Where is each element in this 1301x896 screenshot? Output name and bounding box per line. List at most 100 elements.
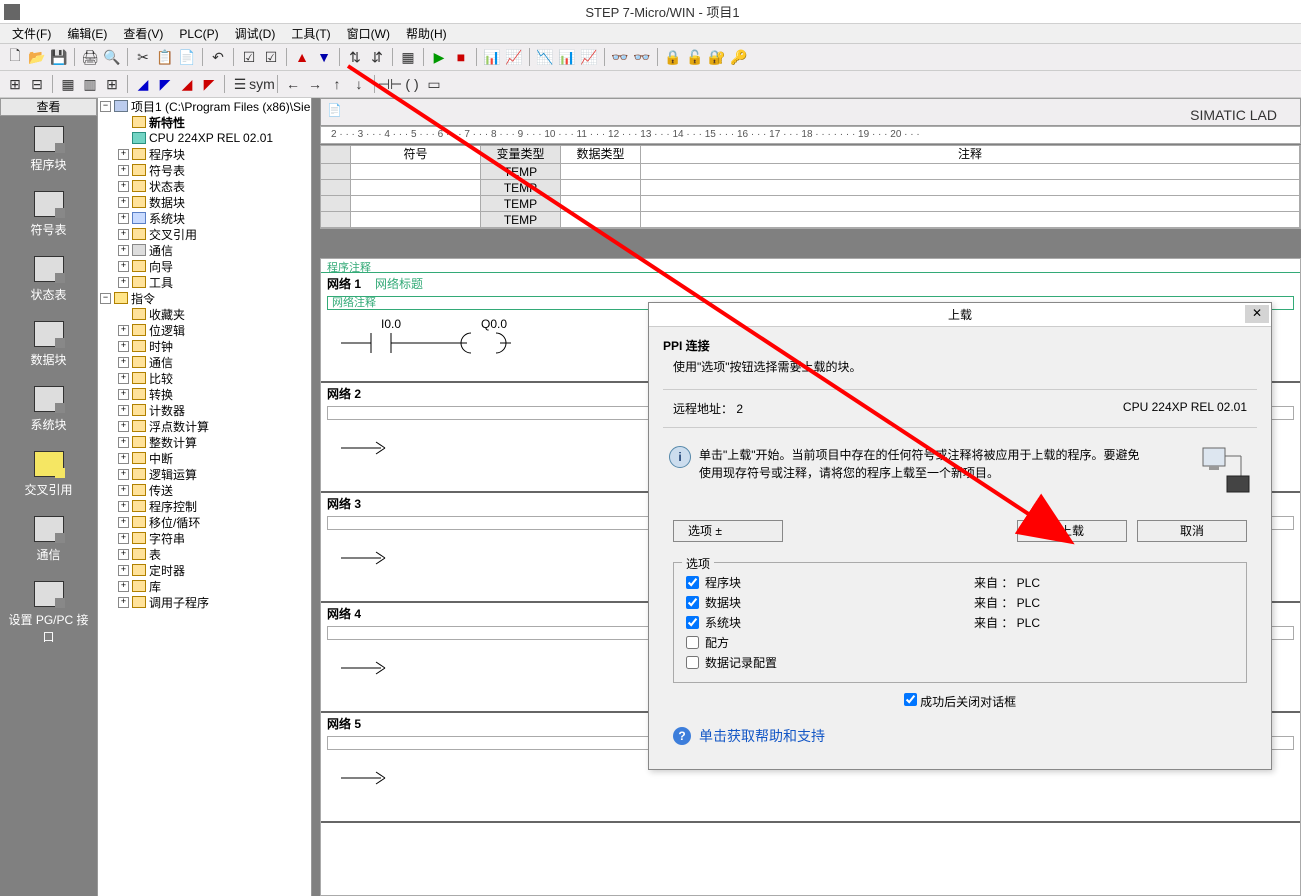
sidebar-item-system-block[interactable]: 系统块 [9, 386, 89, 433]
arrow-down-icon[interactable]: ↓ [349, 74, 369, 94]
network1-title-row[interactable]: 网络 1 网络标题 [321, 273, 1300, 294]
tree-status-table[interactable]: +状态表 [98, 178, 311, 194]
view2-icon[interactable]: ⊟ [27, 74, 47, 94]
compile-icon[interactable]: ☑ [239, 47, 259, 67]
box-icon[interactable]: ▭ [424, 74, 444, 94]
arrow-left-icon[interactable]: ← [283, 74, 303, 94]
chart3-icon[interactable]: 📈 [579, 47, 599, 67]
tree-instructions[interactable]: −指令 [98, 290, 311, 306]
tree-instr-comm[interactable]: +通信 [98, 354, 311, 370]
undo-icon[interactable]: ↶ [208, 47, 228, 67]
opt-data-block-checkbox[interactable] [686, 596, 699, 609]
sidebar-item-cross-reference[interactable]: 交叉引用 [9, 451, 89, 498]
opt-program-block-checkbox[interactable] [686, 576, 699, 589]
tree-root[interactable]: −项目1 (C:\Program Files (x86)\Sie [98, 98, 311, 114]
tree-program-block[interactable]: +程序块 [98, 146, 311, 162]
unlock-icon[interactable]: 🔓 [685, 47, 705, 67]
menu-view[interactable]: 查看(V) [115, 23, 171, 44]
tree-instr-favorites[interactable]: 收藏夹 [98, 306, 311, 322]
tree-instr-interrupt[interactable]: +中断 [98, 450, 311, 466]
menu-plc[interactable]: PLC(P) [171, 25, 226, 43]
upload-button[interactable]: 上载 [1017, 520, 1127, 542]
bookmark-toggle-icon[interactable]: ◤ [199, 74, 219, 94]
download-icon[interactable]: ▼ [314, 47, 334, 67]
monitor1-icon[interactable]: 📊 [482, 47, 502, 67]
sidebar-item-program-block[interactable]: 程序块 [9, 126, 89, 173]
menu-window[interactable]: 窗口(W) [339, 23, 398, 44]
tree-instr-table[interactable]: +表 [98, 546, 311, 562]
help-link[interactable]: 单击获取帮助和支持 [699, 726, 825, 746]
sort-desc-icon[interactable]: ⇵ [367, 47, 387, 67]
coil-icon[interactable]: ( ) [402, 74, 422, 94]
cancel-button[interactable]: 取消 [1137, 520, 1247, 542]
tree-instr-bitlogic[interactable]: +位逻辑 [98, 322, 311, 338]
tree-new-features[interactable]: 新特性 [98, 114, 311, 130]
contact-icon[interactable]: ⊣⊢ [380, 74, 400, 94]
vt-row[interactable]: TEMP [321, 180, 1300, 196]
project-tree[interactable]: −项目1 (C:\Program Files (x86)\Sie 新特性 CPU… [98, 98, 312, 896]
close-after-checkbox[interactable] [904, 693, 917, 706]
tree-instr-counter[interactable]: +计数器 [98, 402, 311, 418]
arrow-right-icon[interactable]: → [305, 74, 325, 94]
tree-instr-float[interactable]: +浮点数计算 [98, 418, 311, 434]
bookmark-clear-icon[interactable]: ◢ [177, 74, 197, 94]
view1-icon[interactable]: ⊞ [5, 74, 25, 94]
save-icon[interactable]: 💾 [49, 47, 69, 67]
tree-system-block[interactable]: +系统块 [98, 210, 311, 226]
vt-row[interactable]: TEMP [321, 164, 1300, 180]
variable-table[interactable]: 符号 变量类型 数据类型 注释 TEMP TEMP TEMP TEMP [320, 145, 1301, 229]
program-comment[interactable]: 程序注释 [321, 259, 1300, 273]
tree-data-block[interactable]: +数据块 [98, 194, 311, 210]
tree-instr-progctrl[interactable]: +程序控制 [98, 498, 311, 514]
vt-row[interactable]: TEMP [321, 212, 1300, 228]
tree-instr-move[interactable]: +传送 [98, 482, 311, 498]
tree-instr-library[interactable]: +库 [98, 578, 311, 594]
cut-icon[interactable]: ✂ [133, 47, 153, 67]
monitor2-icon[interactable]: 📈 [504, 47, 524, 67]
bookmark-prev-icon[interactable]: ◤ [155, 74, 175, 94]
menu-debug[interactable]: 调试(D) [227, 23, 284, 44]
tree-cpu[interactable]: CPU 224XP REL 02.01 [98, 130, 311, 146]
tree-communications[interactable]: +通信 [98, 242, 311, 258]
tree-instr-shift[interactable]: +移位/循环 [98, 514, 311, 530]
opt-datalog-checkbox[interactable] [686, 656, 699, 669]
sym-icon[interactable]: sym [252, 74, 272, 94]
run-icon[interactable]: ▶ [429, 47, 449, 67]
tree-cross-reference[interactable]: +交叉引用 [98, 226, 311, 242]
sidebar-item-symbol-table[interactable]: 符号表 [9, 191, 89, 238]
menu-help[interactable]: 帮助(H) [398, 23, 455, 44]
bookmark-next-icon[interactable]: ◢ [133, 74, 153, 94]
glasses2-icon[interactable]: 👓 [632, 47, 652, 67]
chart1-icon[interactable]: 📉 [535, 47, 555, 67]
sidebar-item-status-table[interactable]: 状态表 [9, 256, 89, 303]
tree-instr-compare[interactable]: +比较 [98, 370, 311, 386]
tree-instr-clock[interactable]: +时钟 [98, 338, 311, 354]
tree-wizards[interactable]: +向导 [98, 258, 311, 274]
opt-recipe-checkbox[interactable] [686, 636, 699, 649]
network-icon[interactable]: ⊞ [102, 74, 122, 94]
tree-instr-timer[interactable]: +定时器 [98, 562, 311, 578]
paste-icon[interactable]: 📄 [177, 47, 197, 67]
lock-icon[interactable]: 🔒 [663, 47, 683, 67]
arrow-up-icon[interactable]: ↑ [327, 74, 347, 94]
tree-tools[interactable]: +工具 [98, 274, 311, 290]
close-after-success-row[interactable]: 成功后关闭对话框 [904, 695, 1016, 709]
dialog-close-button[interactable]: ✕ [1245, 305, 1269, 323]
tree-instr-logic[interactable]: +逻辑运算 [98, 466, 311, 482]
copy-icon[interactable]: 📋 [155, 47, 175, 67]
block-icon[interactable]: ▦ [398, 47, 418, 67]
opt-system-block-checkbox[interactable] [686, 616, 699, 629]
sidebar-item-pgpc-interface[interactable]: 设置 PG/PC 接口 [9, 581, 89, 645]
menu-file[interactable]: 文件(F) [4, 23, 59, 44]
open-icon[interactable]: 📂 [27, 47, 47, 67]
sidebar-item-communications[interactable]: 通信 [9, 516, 89, 563]
compile-all-icon[interactable]: ☑ [261, 47, 281, 67]
chart2-icon[interactable]: 📊 [557, 47, 577, 67]
toggle-icon[interactable]: ☰ [230, 74, 250, 94]
key-icon[interactable]: 🔑 [729, 47, 749, 67]
tree-instr-int[interactable]: +整数计算 [98, 434, 311, 450]
sort-asc-icon[interactable]: ⇅ [345, 47, 365, 67]
table-icon[interactable]: ▥ [80, 74, 100, 94]
tree-instr-callsubr[interactable]: +调用子程序 [98, 594, 311, 610]
sidebar-item-data-block[interactable]: 数据块 [9, 321, 89, 368]
